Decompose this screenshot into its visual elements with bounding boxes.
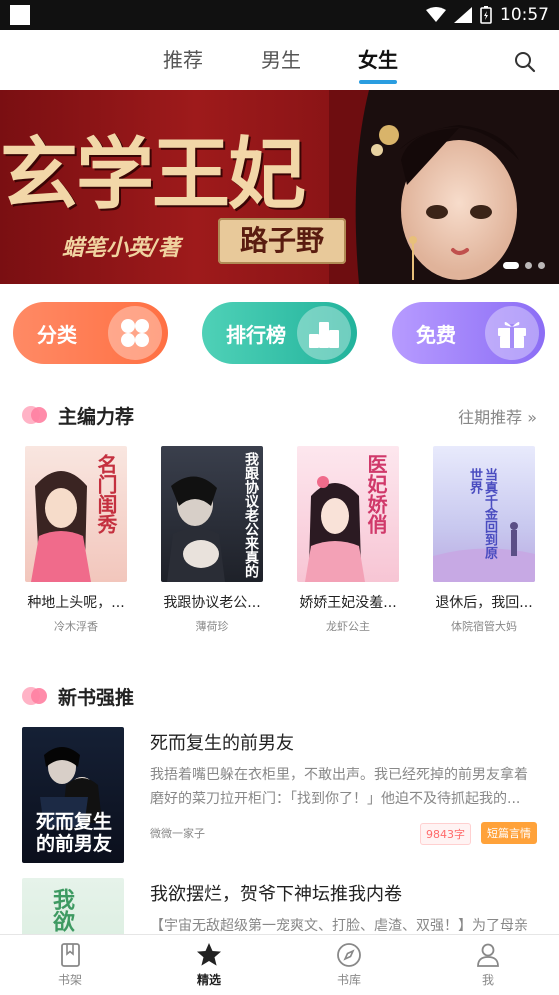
carousel-dots [503, 262, 545, 269]
section-icon [22, 406, 47, 424]
editors-picks-header: 主编力荐 往期推荐 » [22, 400, 537, 430]
banner-plate-text: 路子野 [239, 224, 324, 257]
book-title: 死而复生的前男友 [150, 733, 294, 754]
banner-author: 蜡笔小英/著 [62, 236, 181, 261]
category-icon [108, 306, 162, 360]
active-tab-indicator [359, 80, 397, 84]
clock: 10:57 [500, 5, 549, 25]
top-tabs: 推荐 男生 女生 [0, 30, 559, 90]
cover-title: 我跟协议老公来真的 [243, 452, 259, 578]
ranking-button[interactable]: 排行榜 [202, 302, 357, 364]
podium-icon [297, 306, 351, 360]
book-cover: 我跟协议老公来真的 [161, 446, 263, 582]
notification-icon [10, 5, 30, 25]
book-cover: 死而复生的前男友 [22, 727, 124, 863]
star-icon [197, 943, 221, 966]
book-description: 我捂着嘴巴躲在衣柜里，不敢出声。我已经死掉的前男友拿着磨好的菜刀拉开柜门：「找到… [150, 767, 528, 807]
carousel-dot[interactable] [503, 262, 519, 269]
book-author: 体院宿管大妈 [451, 620, 517, 633]
bookshelf-icon [61, 943, 80, 967]
cover-title: 名门闺秀 [94, 454, 118, 534]
nav-label: 精选 [196, 973, 221, 987]
category-button[interactable]: 分类 [13, 302, 168, 364]
nav-bookshelf[interactable]: 书架 [35, 941, 105, 988]
banner-plate: 路子野 [218, 218, 346, 264]
status-bar: 10:57 [0, 0, 559, 30]
search-icon[interactable] [513, 50, 537, 74]
tab-male[interactable]: 男生 [261, 44, 301, 73]
nav-label: 书架 [57, 973, 82, 987]
book-author: 微微一家子 [150, 827, 205, 840]
word-count-badge: 9843字 [420, 823, 471, 845]
genre-badge: 短篇言情 [481, 822, 537, 844]
compass-icon [337, 943, 361, 967]
past-picks-link[interactable]: 往期推荐 » [458, 404, 537, 428]
cover-title: 医妃娇俏 [364, 454, 388, 534]
new-books-header: 新书强推 [22, 681, 537, 711]
book-cover: 当真千金回到原世界 [433, 446, 535, 582]
book-card[interactable]: 医妃娇俏 娇娇王妃没羞... 龙虾公主 [292, 446, 404, 634]
nav-profile[interactable]: 我 [453, 941, 523, 988]
banner-title: 玄学王妃 [0, 129, 306, 220]
tab-recommend[interactable]: 推荐 [163, 44, 203, 73]
book-author: 冷木浮香 [54, 620, 98, 633]
free-label: 免费 [416, 323, 456, 347]
nav-featured[interactable]: 精选 [174, 941, 244, 988]
carousel-dot[interactable] [538, 262, 545, 269]
book-author: 薄荷珍 [195, 620, 229, 633]
book-card[interactable]: 名门闺秀 种地上头呢，... 冷木浮香 [20, 446, 132, 634]
book-title: 娇娇王妃没羞... [299, 595, 397, 611]
profile-icon [477, 943, 499, 967]
status-icons: 10:57 [426, 4, 549, 26]
section-title: 新书强推 [58, 687, 135, 709]
nav-library[interactable]: 书库 [314, 941, 384, 988]
wifi-icon [426, 7, 446, 22]
section-icon [22, 687, 47, 705]
free-button[interactable]: 免费 [392, 302, 545, 364]
cover-title: 当真千金回到原世界 [467, 468, 497, 559]
cover-title: 我欲 [49, 888, 75, 932]
nav-label: 书库 [336, 973, 361, 987]
book-card[interactable]: 我跟协议老公来真的 我跟协议老公... 薄荷珍 [156, 446, 268, 634]
tab-female[interactable]: 女生 [358, 44, 398, 73]
book-cover: 名门闺秀 [25, 446, 127, 582]
book-title: 我跟协议老公... [163, 595, 261, 611]
book-title: 我欲摆烂，贺爷下神坛推我内卷 [150, 884, 402, 905]
nav-label: 我 [481, 973, 494, 987]
bottom-navigation: 书架 精选 书库 我 [0, 934, 559, 995]
book-cover: 医妃娇俏 [297, 446, 399, 582]
app-screen: 10:57 推荐 男生 女生 玄学王妃 蜡笔小英/著 路子野 分类 排行榜 免费… [0, 0, 559, 995]
gift-icon [485, 306, 539, 360]
cover-title: 死而复生的前男友 [35, 811, 112, 855]
book-author: 龙虾公主 [326, 620, 370, 633]
ranking-label: 排行榜 [226, 323, 286, 347]
book-card[interactable]: 当真千金回到原世界 退休后，我回... 体院宿管大妈 [428, 446, 540, 634]
section-title: 主编力荐 [58, 406, 135, 428]
signal-icon [454, 7, 472, 23]
book-list-item[interactable]: 死而复生的前男友 死而复生的前男友 我捂着嘴巴躲在衣柜里，不敢出声。我已经死掉的… [22, 727, 537, 863]
battery-icon [480, 6, 492, 24]
banner-character-illustration [329, 90, 559, 284]
category-label: 分类 [37, 323, 77, 347]
promo-banner[interactable]: 玄学王妃 蜡笔小英/著 路子野 [0, 90, 559, 284]
carousel-dot[interactable] [525, 262, 532, 269]
book-title: 种地上头呢，... [27, 595, 125, 611]
book-title: 退休后，我回... [435, 595, 533, 611]
